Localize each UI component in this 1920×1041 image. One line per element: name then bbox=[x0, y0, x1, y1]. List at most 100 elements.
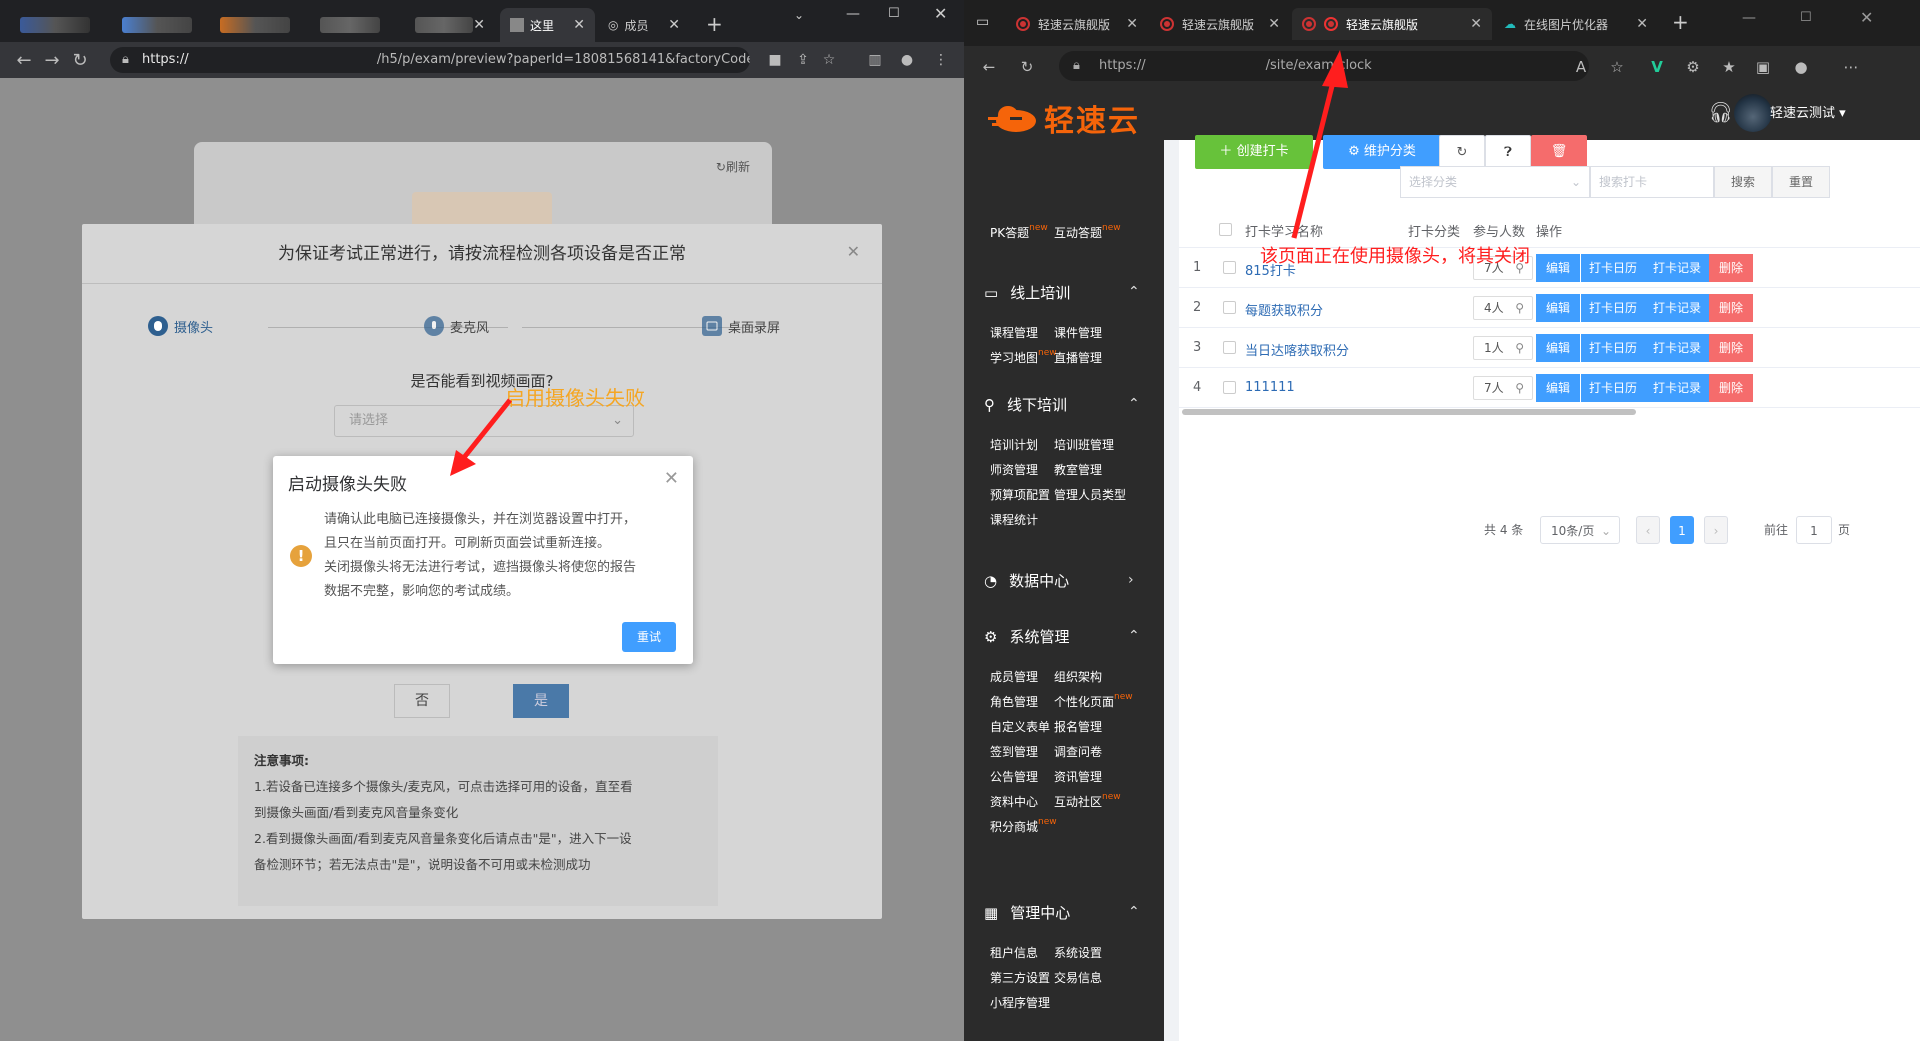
close-window-icon[interactable]: ✕ bbox=[1860, 8, 1873, 27]
maximize-icon[interactable]: ☐ bbox=[1800, 10, 1812, 25]
minimize-icon[interactable]: — bbox=[1742, 10, 1756, 26]
close-icon[interactable]: ✕ bbox=[668, 17, 680, 33]
sidebar-item[interactable]: 交易信息 bbox=[1054, 969, 1102, 986]
sidebar-item[interactable]: 课程统计 bbox=[990, 511, 1038, 528]
row-action-0[interactable]: 编辑 bbox=[1536, 294, 1580, 322]
modal-close-icon[interactable]: ✕ bbox=[664, 468, 679, 489]
sidebar-item[interactable]: 报名管理 bbox=[1054, 718, 1102, 735]
row-action-3[interactable]: 删除 bbox=[1709, 334, 1753, 362]
next-page-button[interactable]: › bbox=[1704, 516, 1728, 544]
tab-3-active[interactable]: 轻速云旗舰版 ✕ bbox=[1292, 8, 1492, 40]
menu-icon[interactable]: ⋮ bbox=[932, 51, 950, 69]
chevron-up-icon[interactable]: ⌃ bbox=[1128, 904, 1140, 920]
row-checkbox[interactable] bbox=[1223, 381, 1236, 394]
category-select[interactable]: 选择分类 ⌄ bbox=[1400, 166, 1590, 198]
camera-icon[interactable]: ■ bbox=[766, 51, 784, 69]
row-action-3[interactable]: 删除 bbox=[1709, 294, 1753, 322]
close-icon[interactable]: ✕ bbox=[1126, 16, 1138, 32]
address-bar[interactable]: 🔒︎ https:// /h5/p/exam/preview?paperId=1… bbox=[110, 47, 750, 73]
close-icon[interactable]: ✕ bbox=[1268, 16, 1280, 32]
row-checkbox[interactable] bbox=[1223, 341, 1236, 354]
sidebar-item[interactable]: 课程管理 bbox=[990, 324, 1038, 341]
search-input[interactable]: 搜索打卡 bbox=[1590, 166, 1714, 198]
chevron-right-icon[interactable]: › bbox=[1128, 572, 1134, 588]
select-all-checkbox[interactable] bbox=[1219, 223, 1232, 236]
read-aloud-icon[interactable]: A bbox=[1572, 58, 1590, 76]
new-tab-icon[interactable]: + bbox=[706, 12, 723, 36]
back-icon[interactable]: ← bbox=[10, 50, 38, 71]
row-action-3[interactable]: 删除 bbox=[1709, 374, 1753, 402]
row-action-0[interactable]: 编辑 bbox=[1536, 374, 1580, 402]
collections-icon[interactable]: ▣ bbox=[1754, 58, 1772, 76]
row-action-2[interactable]: 打卡记录 bbox=[1645, 294, 1709, 322]
close-window-icon[interactable]: ✕ bbox=[934, 4, 947, 23]
sidebar-group-3[interactable]: ⚙ 系统管理 bbox=[984, 626, 1069, 647]
sidebar-item[interactable]: 培训计划 bbox=[990, 436, 1038, 453]
profile-icon[interactable]: ● bbox=[898, 51, 916, 69]
row-action-0[interactable]: 编辑 bbox=[1536, 254, 1580, 282]
tab-active[interactable]: 这里 ✕ bbox=[500, 8, 595, 42]
row-checkbox[interactable] bbox=[1223, 261, 1236, 274]
row-action-0[interactable]: 编辑 bbox=[1536, 334, 1580, 362]
sidebar-item[interactable]: 资讯管理 bbox=[1054, 768, 1102, 785]
sidebar-group-1[interactable]: ⚲ 线下培训 bbox=[984, 394, 1067, 415]
no-button[interactable]: 否 bbox=[394, 684, 450, 718]
reload-icon[interactable]: ↻ bbox=[66, 50, 94, 71]
participants-count[interactable]: 4人 ⚲ bbox=[1473, 296, 1533, 320]
row-action-2[interactable]: 打卡记录 bbox=[1645, 254, 1709, 282]
yes-button[interactable]: 是 bbox=[513, 684, 569, 718]
participants-count[interactable]: 1人 ⚲ bbox=[1473, 336, 1533, 360]
blurred-tab-4[interactable] bbox=[310, 8, 410, 42]
search-button[interactable]: 搜索 bbox=[1714, 166, 1772, 198]
user-menu[interactable]: 轻速云测试 ▾ bbox=[1770, 102, 1846, 121]
row-checkbox[interactable] bbox=[1223, 301, 1236, 314]
sidebar-group-0[interactable]: ▭ 线上培训 bbox=[984, 282, 1070, 303]
sidebar-item[interactable]: 资料中心 bbox=[990, 793, 1038, 810]
menu-icon[interactable]: ⋯ bbox=[1842, 58, 1860, 76]
sidebar-item[interactable]: 个性化页面new bbox=[1054, 692, 1133, 710]
reset-button[interactable]: 重置 bbox=[1772, 166, 1830, 198]
sidebar-item[interactable]: 课件管理 bbox=[1054, 324, 1102, 341]
reload-icon[interactable]: ↻ bbox=[1018, 58, 1036, 76]
sidebar-item[interactable]: 调查问卷 bbox=[1054, 743, 1102, 760]
sidebar-item[interactable]: 积分商城new bbox=[990, 817, 1057, 835]
sidebar-item-interactive-quiz[interactable]: 互动答题new bbox=[1054, 223, 1121, 241]
prev-page-button[interactable]: ‹ bbox=[1636, 516, 1660, 544]
share-icon[interactable]: ⇪ bbox=[794, 51, 812, 69]
chevron-up-icon[interactable]: ⌃ bbox=[1128, 284, 1140, 300]
sidebar-item[interactable]: 互动社区new bbox=[1054, 792, 1121, 810]
help-button[interactable]: ❓︎ bbox=[1485, 135, 1531, 169]
sidebar-item[interactable]: 师资管理 bbox=[990, 461, 1038, 478]
forward-icon[interactable]: → bbox=[38, 50, 66, 71]
row-action-1[interactable]: 打卡日历 bbox=[1581, 334, 1645, 362]
sidebar-item[interactable]: 租户信息 bbox=[990, 944, 1038, 961]
sidebar-item[interactable]: 公告管理 bbox=[990, 768, 1038, 785]
sidebar-item[interactable]: 组织架构 bbox=[1054, 668, 1102, 685]
blurred-tab-2[interactable] bbox=[112, 8, 202, 42]
row-action-1[interactable]: 打卡日历 bbox=[1581, 374, 1645, 402]
retry-button[interactable]: 重试 bbox=[622, 622, 676, 652]
vue-devtools-icon[interactable]: V bbox=[1648, 58, 1666, 76]
star-icon[interactable]: ☆ bbox=[820, 51, 838, 69]
sidebar-item[interactable]: 成员管理 bbox=[990, 668, 1038, 685]
extensions-icon[interactable]: ⚙ bbox=[1684, 58, 1702, 76]
blurred-tab-5[interactable]: ✕ bbox=[405, 8, 495, 42]
row-name-link[interactable]: 111111 bbox=[1245, 380, 1295, 395]
sidebar-group-2[interactable]: ◔ 数据中心 bbox=[984, 570, 1069, 591]
tab-members[interactable]: ◎ 成员 ✕ bbox=[598, 8, 690, 42]
blurred-tab-1[interactable] bbox=[10, 8, 110, 42]
row-action-2[interactable]: 打卡记录 bbox=[1645, 334, 1709, 362]
sidepanel-icon[interactable]: ▥ bbox=[866, 51, 884, 69]
favorites-icon[interactable]: ★ bbox=[1720, 58, 1738, 76]
maximize-icon[interactable]: ☐ bbox=[888, 6, 900, 21]
refresh-link[interactable]: ↻刷新 bbox=[716, 158, 750, 175]
sidebar-item-pk[interactable]: PK答题new bbox=[990, 223, 1048, 241]
delete-button[interactable]: 🗑︎ bbox=[1531, 135, 1587, 169]
close-icon[interactable]: ✕ bbox=[473, 17, 485, 33]
sidebar-item[interactable]: 管理人员类型 bbox=[1054, 486, 1126, 503]
minimize-icon[interactable]: — bbox=[846, 6, 860, 22]
headset-icon[interactable]: 🎧︎ bbox=[1708, 100, 1734, 126]
tab-1[interactable]: 轻速云旗舰版 ✕ bbox=[1006, 8, 1148, 40]
tab-2[interactable]: 轻速云旗舰版 ✕ bbox=[1150, 8, 1290, 40]
horizontal-scrollbar[interactable] bbox=[1182, 409, 1636, 415]
